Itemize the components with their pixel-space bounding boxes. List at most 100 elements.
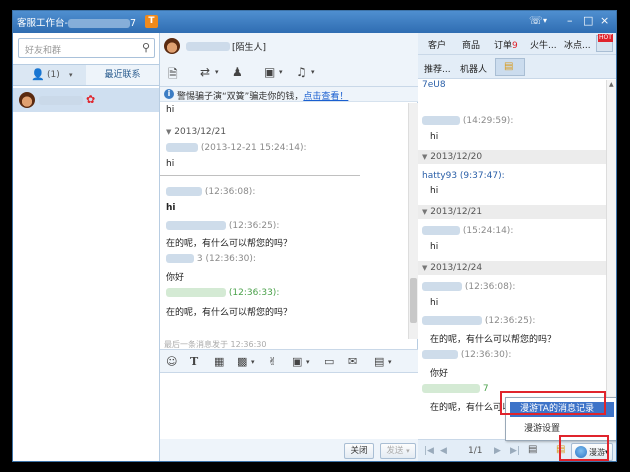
info-icon: i (164, 89, 174, 99)
day-separator: ▼ 2013/12/24 (418, 261, 606, 275)
history-icon[interactable]: ▤ (374, 355, 384, 368)
redacted-contact-name (39, 96, 83, 105)
font-icon[interactable]: T (190, 355, 198, 368)
message-input[interactable] (160, 373, 418, 439)
peer-avatar[interactable] (164, 38, 180, 54)
collapse-icon[interactable]: ▼ (422, 264, 427, 272)
file-icon[interactable]: 🗎 (168, 65, 178, 86)
record-text: 你好 (430, 369, 449, 379)
contacts-count: (1) (47, 70, 60, 80)
title-bar[interactable]: 客服工作台- 7 T ☏ ▾ – □ × (13, 11, 616, 33)
star-icon: ✿ (86, 93, 96, 106)
transfer-icon[interactable]: ⇄ (200, 65, 210, 79)
chevron-down-icon[interactable]: ▾ (306, 358, 310, 366)
contact-tabs: 👤 (1) ▾ 最近联系 (13, 64, 159, 86)
redacted-sender (166, 221, 226, 230)
chat-panel: [陌生人] 🗎 ⇄ ▾ ♟ ▣ ▾ ♫ ▾ i 警惕骗子演“双簧”骗走你的钱，点… (160, 33, 418, 461)
record-time: 7 (482, 384, 489, 394)
t-badge-icon[interactable]: T (145, 15, 158, 28)
quick-reply-icon[interactable]: ✉ (348, 355, 357, 368)
dropdown-icon[interactable]: ▾ (543, 14, 547, 28)
chat-toolbar: 🗎 ⇄ ▾ ♟ ▣ ▾ ♫ ▾ (160, 59, 418, 87)
redacted-sender (422, 384, 480, 393)
chevron-down-icon[interactable]: ▾ (251, 358, 255, 366)
chevron-down-icon[interactable]: ▾ (311, 68, 315, 76)
record-meta: (12:36:25): (422, 316, 535, 326)
maximize-button[interactable]: □ (583, 14, 593, 28)
close-window-button[interactable]: × (600, 14, 609, 28)
day-label: 2013/12/24 (430, 263, 483, 273)
doc-icon[interactable]: ▭ (324, 355, 334, 368)
emoji-icon[interactable]: ☺ (166, 355, 177, 368)
send-label: 发送 (386, 446, 404, 456)
send-button[interactable]: 发送 ▾ (380, 443, 416, 459)
message-text: 在的呢，有什么可以帮您的吗？ (166, 239, 293, 249)
prev-page-icon[interactable]: ◀ (440, 446, 447, 456)
tab-contacts[interactable]: 👤 (1) ▾ (13, 65, 86, 85)
close-button[interactable]: 关闭 (344, 443, 374, 459)
redacted-sender (422, 226, 460, 235)
chevron-down-icon[interactable]: ▾ (215, 68, 219, 76)
image-icon[interactable]: ▦ (214, 355, 224, 368)
message-meta: (12:36:33): (166, 288, 279, 298)
record-meta: (12:36:30): (422, 350, 511, 360)
add-user-icon[interactable]: ♟ (232, 65, 243, 79)
tab-plugin-2[interactable]: 冰点... (564, 38, 591, 51)
history-scrollbar[interactable]: ▲ ▼ (606, 80, 616, 435)
tab-chat-history[interactable]: ▤ (495, 58, 525, 76)
calendar-icon[interactable]: ▤ (528, 444, 537, 455)
collapse-icon[interactable]: ▼ (422, 153, 427, 161)
screen-icon[interactable]: ▣ (264, 65, 275, 79)
collapse-icon[interactable]: ▼ (166, 128, 171, 136)
record-time: (12:36:08): (464, 282, 516, 292)
record-meta: (14:29:59): (422, 116, 513, 126)
chat-scrollbar[interactable] (408, 103, 418, 339)
tab-recommend[interactable]: 推荐... (424, 62, 451, 75)
search-icon[interactable]: ⚲ (142, 41, 150, 54)
collapse-icon[interactable]: ▼ (422, 208, 427, 216)
minimize-button[interactable]: – (567, 14, 573, 28)
tab-plugin-1[interactable]: 火牛... (530, 38, 557, 51)
security-notice: i 警惕骗子演“双簧”骗走你的钱，点击查看！ (160, 87, 418, 102)
day-label: 2013/12/21 (174, 127, 227, 137)
message-meta: (12:36:25): (166, 221, 279, 231)
screenshot-icon[interactable]: ▩ (237, 355, 247, 368)
first-page-icon[interactable]: |◀ (424, 446, 434, 456)
bell-icon[interactable]: ♫ (296, 65, 307, 79)
message-text: hi (166, 105, 175, 115)
next-page-icon[interactable]: ▶ (494, 446, 501, 456)
tab-customer[interactable]: 客户 (428, 38, 446, 51)
shake-icon[interactable]: ✌ (268, 355, 277, 368)
capture-icon[interactable]: ▣ (292, 355, 302, 368)
notice-link[interactable]: 点击查看！ (303, 92, 348, 102)
day-separator: ▼ 2013/12/21 (418, 205, 606, 219)
search-input[interactable]: 好友和群 ⚲ (18, 38, 155, 58)
scroll-up-icon[interactable]: ▲ (609, 81, 614, 88)
window-title: 客服工作台- (17, 18, 68, 29)
last-page-icon[interactable]: ▶| (510, 446, 520, 456)
info-tabs: 客户 商品 订单9 火牛... 冰点... HOT (418, 33, 616, 55)
record-meta: 7 (422, 384, 489, 394)
more-tabs-button[interactable]: HOT (596, 34, 613, 52)
record-text: hi (430, 186, 439, 196)
order-count-badge: 9 (512, 41, 518, 51)
tab-products[interactable]: 商品 (462, 38, 480, 51)
highlight-box-roam (559, 435, 609, 461)
contact-item[interactable]: ✿ (13, 88, 159, 112)
redacted-name (67, 19, 130, 28)
message-meta: 3 (12:36:30): (166, 254, 256, 264)
chevron-down-icon[interactable]: ▾ (279, 68, 283, 76)
chevron-down-icon[interactable]: ▾ (406, 447, 410, 455)
tab-recent-contacts[interactable]: 最近联系 (86, 65, 159, 85)
phone-icon[interactable]: ☏ (529, 14, 543, 28)
redacted-sender (166, 288, 226, 297)
tab-robot[interactable]: 机器人 (460, 62, 487, 75)
record-text: 在的呢，有什么可以 (430, 403, 512, 413)
chevron-down-icon[interactable]: ▾ (388, 358, 392, 366)
notice-text: 警惕骗子演“双簧”骗走你的钱， (177, 92, 304, 102)
scrollbar-thumb[interactable] (410, 278, 417, 323)
tab-orders[interactable]: 订单9 (494, 38, 518, 51)
chevron-down-icon: ▾ (69, 71, 73, 79)
message-time: (2013-12-21 15:24:14): (200, 143, 307, 153)
record-text: hi (430, 298, 439, 308)
